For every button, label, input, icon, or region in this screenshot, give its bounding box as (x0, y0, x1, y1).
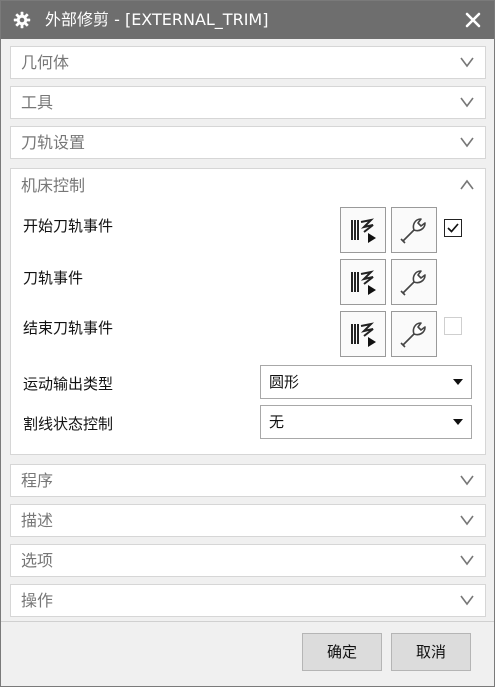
end-path-event-list-button[interactable] (340, 311, 386, 357)
start-path-event-label: 开始刀轨事件 (23, 217, 114, 235)
motion-output-type-value: 圆形 (269, 373, 300, 391)
path-event-label: 刀轨事件 (23, 269, 84, 287)
ok-button[interactable]: 确定 (302, 633, 382, 671)
section-tool[interactable]: 工具 (10, 86, 486, 119)
chevron-down-icon (460, 555, 474, 566)
dropdown-arrow-icon (453, 419, 463, 425)
chevron-up-icon (460, 179, 474, 190)
dialog: 外部修剪 - [EXTERNAL_TRIM] 几何体 工具 刀轨设置 机床控制 … (0, 0, 495, 687)
checkmark-icon (447, 223, 459, 233)
dropdown-arrow-icon (453, 379, 463, 385)
cancel-button[interactable]: 取消 (391, 633, 471, 671)
gear-icon (13, 11, 31, 29)
section-program[interactable]: 程序 (10, 464, 486, 497)
section-actions[interactable]: 操作 (10, 584, 486, 617)
end-path-event-label: 结束刀轨事件 (23, 319, 114, 337)
line-state-control-select[interactable]: 无 (260, 405, 472, 439)
start-path-event-list-button[interactable] (340, 207, 386, 253)
chevron-down-icon (460, 595, 474, 606)
close-icon (465, 12, 481, 28)
section-label: 刀轨设置 (21, 133, 86, 152)
footer-divider (1, 621, 494, 622)
section-machine-control[interactable]: 机床控制 (10, 168, 486, 204)
section-label: 几何体 (21, 53, 70, 72)
chevron-down-icon (460, 97, 474, 108)
chevron-down-icon (460, 475, 474, 486)
event-list-icon (351, 218, 376, 243)
line-state-control-value: 无 (269, 413, 285, 431)
motion-output-type-select[interactable]: 圆形 (260, 365, 472, 399)
event-list-icon (351, 322, 376, 347)
chevron-down-icon (460, 137, 474, 148)
wrench-icon (400, 218, 426, 244)
chevron-down-icon (460, 57, 474, 68)
start-path-event-checkbox[interactable] (444, 219, 462, 237)
section-label: 程序 (21, 471, 54, 490)
line-state-control-label: 割线状态控制 (23, 415, 114, 433)
section-options[interactable]: 选项 (10, 544, 486, 577)
wrench-icon (400, 322, 426, 348)
path-event-list-button[interactable] (340, 259, 386, 305)
event-list-icon (351, 270, 376, 295)
section-label: 描述 (21, 511, 54, 530)
section-path-settings[interactable]: 刀轨设置 (10, 126, 486, 159)
chevron-down-icon (460, 515, 474, 526)
section-label: 工具 (21, 93, 54, 112)
title-bar: 外部修剪 - [EXTERNAL_TRIM] (1, 1, 494, 39)
close-button[interactable] (460, 7, 486, 33)
path-event-edit-button[interactable] (391, 259, 437, 305)
section-label: 操作 (21, 591, 54, 610)
start-path-event-edit-button[interactable] (391, 207, 437, 253)
section-label: 机床控制 (21, 176, 86, 195)
end-path-event-edit-button[interactable] (391, 311, 437, 357)
section-description[interactable]: 描述 (10, 504, 486, 537)
section-geometry[interactable]: 几何体 (10, 46, 486, 79)
wrench-icon (400, 270, 426, 296)
section-label: 选项 (21, 551, 54, 570)
motion-output-type-label: 运动输出类型 (23, 375, 114, 393)
end-path-event-checkbox[interactable] (444, 317, 462, 335)
window-title: 外部修剪 - [EXTERNAL_TRIM] (45, 10, 269, 29)
